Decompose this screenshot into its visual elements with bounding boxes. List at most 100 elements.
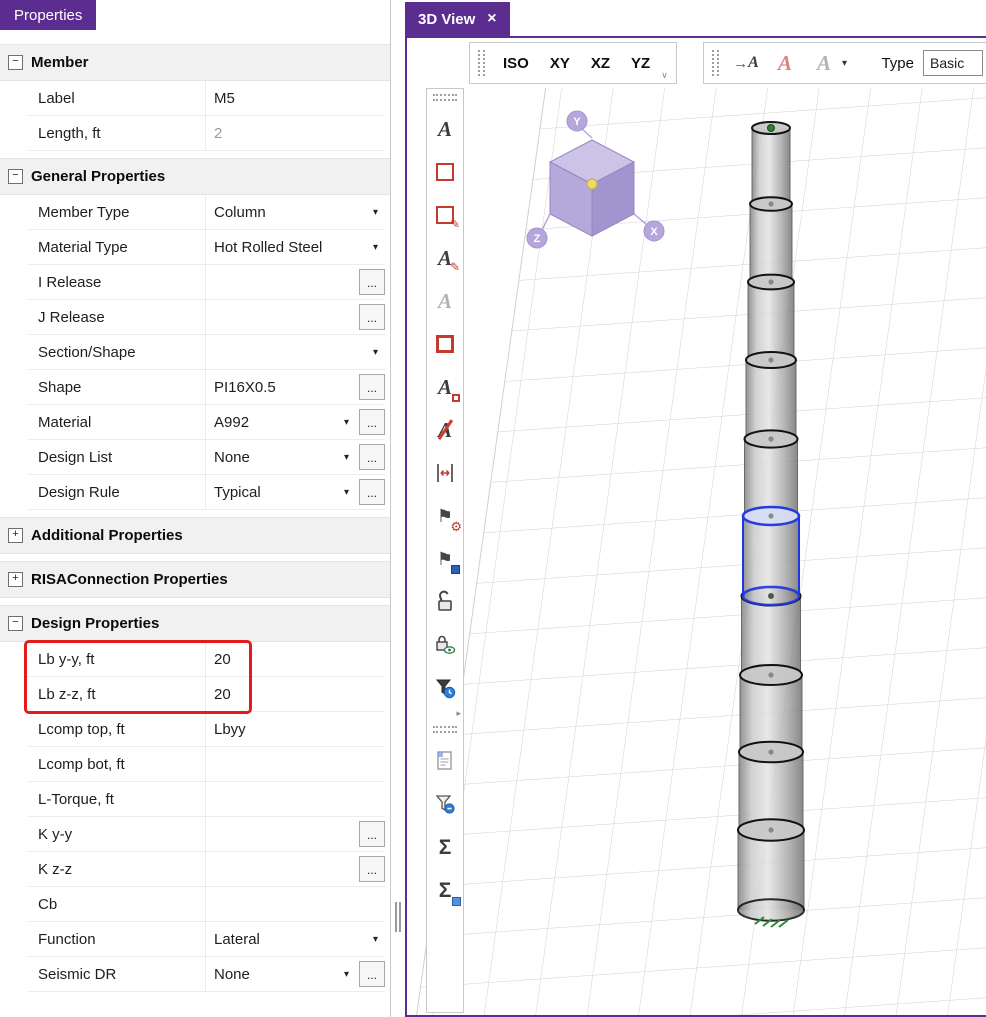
close-icon[interactable]: ×	[487, 11, 496, 27]
type-combo[interactable]: Basic	[923, 50, 983, 76]
ellipsis-button[interactable]: ...	[359, 856, 385, 882]
property-label: K y-y	[28, 817, 206, 851]
iso-view-button[interactable]: ISO	[497, 53, 535, 74]
i-release-field[interactable]	[206, 265, 356, 299]
view-tab[interactable]: 3D View ×	[405, 2, 510, 36]
property-label: Length, ft	[28, 116, 206, 150]
ellipsis-button[interactable]: ...	[359, 269, 385, 295]
yz-view-button[interactable]: YZ	[625, 53, 656, 74]
ellipsis-button[interactable]: ...	[359, 304, 385, 330]
design-rule-select[interactable]: Typical▾	[206, 475, 356, 509]
collapse-icon[interactable]: −	[8, 616, 23, 631]
chevron-down-icon[interactable]: ▾	[367, 242, 378, 253]
section-header-design[interactable]: − Design Properties	[0, 605, 390, 642]
unlock-icon[interactable]	[430, 587, 460, 617]
chevron-down-icon[interactable]: ▾	[367, 347, 378, 358]
ellipsis-button[interactable]: ...	[359, 374, 385, 400]
filter-remove-icon[interactable]	[430, 789, 460, 819]
modify-plates-icon[interactable]: ✎	[430, 200, 460, 230]
property-row-design-rule: Design Rule Typical▾ ...	[28, 475, 385, 510]
toolbar-drag-handle[interactable]	[433, 94, 457, 101]
k-zz-field[interactable]	[206, 852, 356, 886]
section-title: Member	[31, 54, 89, 71]
property-row-lcomp-top: Lcomp top, ft Lbyy	[28, 712, 385, 747]
modify-wall-panels-icon[interactable]: A	[430, 372, 460, 402]
section-header-additional[interactable]: + Additional Properties	[0, 517, 390, 554]
property-row-cb: Cb	[28, 887, 385, 922]
chevron-down-icon[interactable]: ▾	[367, 934, 378, 945]
design-list-select[interactable]: None▾	[206, 440, 356, 474]
selected-segment[interactable]	[743, 507, 799, 605]
j-release-field[interactable]	[206, 300, 356, 334]
toolbar-drag-handle[interactable]	[478, 50, 485, 76]
chevron-down-icon[interactable]: ▾	[842, 58, 847, 69]
xy-view-button[interactable]: XY	[544, 53, 576, 74]
section-shape-select[interactable]: ▾	[206, 335, 385, 369]
split-members-glyph	[433, 461, 457, 485]
section-header-general[interactable]: − General Properties	[0, 158, 390, 195]
members-highlight-icon[interactable]: A	[770, 48, 800, 78]
properties-tab[interactable]: Properties	[0, 0, 96, 30]
split-members-icon[interactable]	[430, 458, 460, 488]
lb-zz-field[interactable]: 20	[206, 677, 385, 711]
highlighted-rows-group: Lb y-y, ft 20 Lb z-z, ft 20	[0, 642, 390, 712]
seismic-dr-select[interactable]: None▾	[206, 957, 356, 991]
toolbar-overflow-icon[interactable]: ∨	[661, 70, 668, 81]
length-field[interactable]: 2	[206, 116, 385, 150]
select-members-icon[interactable]: A	[430, 286, 460, 316]
ellipsis-button[interactable]: ...	[359, 961, 385, 987]
material-type-select[interactable]: Hot Rolled Steel▾	[206, 230, 385, 264]
function-select[interactable]: Lateral▾	[206, 922, 385, 956]
cb-field[interactable]	[206, 887, 385, 921]
sum-selection-icon[interactable]: Σ	[430, 875, 460, 905]
members-display-icon[interactable]: A	[809, 48, 839, 78]
panel-splitter[interactable]	[391, 0, 405, 1017]
ellipsis-button[interactable]: ...	[359, 821, 385, 847]
shape-field[interactable]: PI16X0.5	[206, 370, 356, 404]
lcomp-top-field[interactable]: Lbyy	[206, 712, 385, 746]
member-type-select[interactable]: Column▾	[206, 195, 385, 229]
collapse-icon[interactable]: −	[8, 169, 23, 184]
delete-members-icon[interactable]: A	[430, 415, 460, 445]
viewport-3d[interactable]: Y Z X	[407, 88, 986, 1015]
toolbar-overflow-icon[interactable]: ▸	[456, 708, 461, 719]
section-header-risaconnection[interactable]: + RISAConnection Properties	[0, 561, 390, 598]
report-view-icon[interactable]	[430, 746, 460, 776]
modify-members-icon[interactable]: A✎	[430, 243, 460, 273]
lcomp-bot-field[interactable]	[206, 747, 385, 781]
member-settings-icon[interactable]: ⚑⚙	[430, 501, 460, 531]
lb-yy-field[interactable]: 20	[206, 642, 385, 676]
expand-icon[interactable]: +	[8, 572, 23, 587]
draw-plates-icon[interactable]	[430, 157, 460, 187]
chevron-down-icon[interactable]: ▾	[338, 487, 349, 498]
type-label: Type	[881, 55, 914, 72]
chevron-down-icon[interactable]: ▾	[338, 452, 349, 463]
l-torque-field[interactable]	[206, 782, 385, 816]
xz-view-button[interactable]: XZ	[585, 53, 616, 74]
filter-history-icon[interactable]	[430, 673, 460, 703]
lock-visibility-icon[interactable]	[430, 630, 460, 660]
draw-wall-panels-icon[interactable]	[430, 329, 460, 359]
chevron-down-icon[interactable]: ▾	[367, 207, 378, 218]
toolbar-drag-handle[interactable]	[712, 50, 719, 76]
material-select[interactable]: A992▾	[206, 405, 356, 439]
sum-results-icon[interactable]: Σ	[430, 832, 460, 862]
apply-member-icon[interactable]: →A	[731, 48, 761, 78]
section-header-member[interactable]: − Member	[0, 44, 390, 81]
toolbar-drag-handle[interactable]	[433, 726, 457, 733]
save-selection-icon[interactable]: ⚑	[430, 544, 460, 574]
chevron-down-icon[interactable]: ▾	[338, 969, 349, 980]
label-field[interactable]: M5	[206, 81, 385, 115]
ellipsis-button[interactable]: ...	[359, 479, 385, 505]
k-yy-field[interactable]	[206, 817, 356, 851]
collapse-icon[interactable]: −	[8, 55, 23, 70]
ellipsis-button[interactable]: ...	[359, 444, 385, 470]
scene-svg[interactable]: Y Z X	[407, 88, 986, 1017]
property-label: Material	[28, 405, 206, 439]
draw-members-icon[interactable]: A	[430, 114, 460, 144]
expand-icon[interactable]: +	[8, 528, 23, 543]
chevron-down-icon[interactable]: ▾	[338, 417, 349, 428]
property-row-lb-yy: Lb y-y, ft 20	[28, 642, 385, 677]
ellipsis-button[interactable]: ...	[359, 409, 385, 435]
property-label: Lcomp top, ft	[28, 712, 206, 746]
